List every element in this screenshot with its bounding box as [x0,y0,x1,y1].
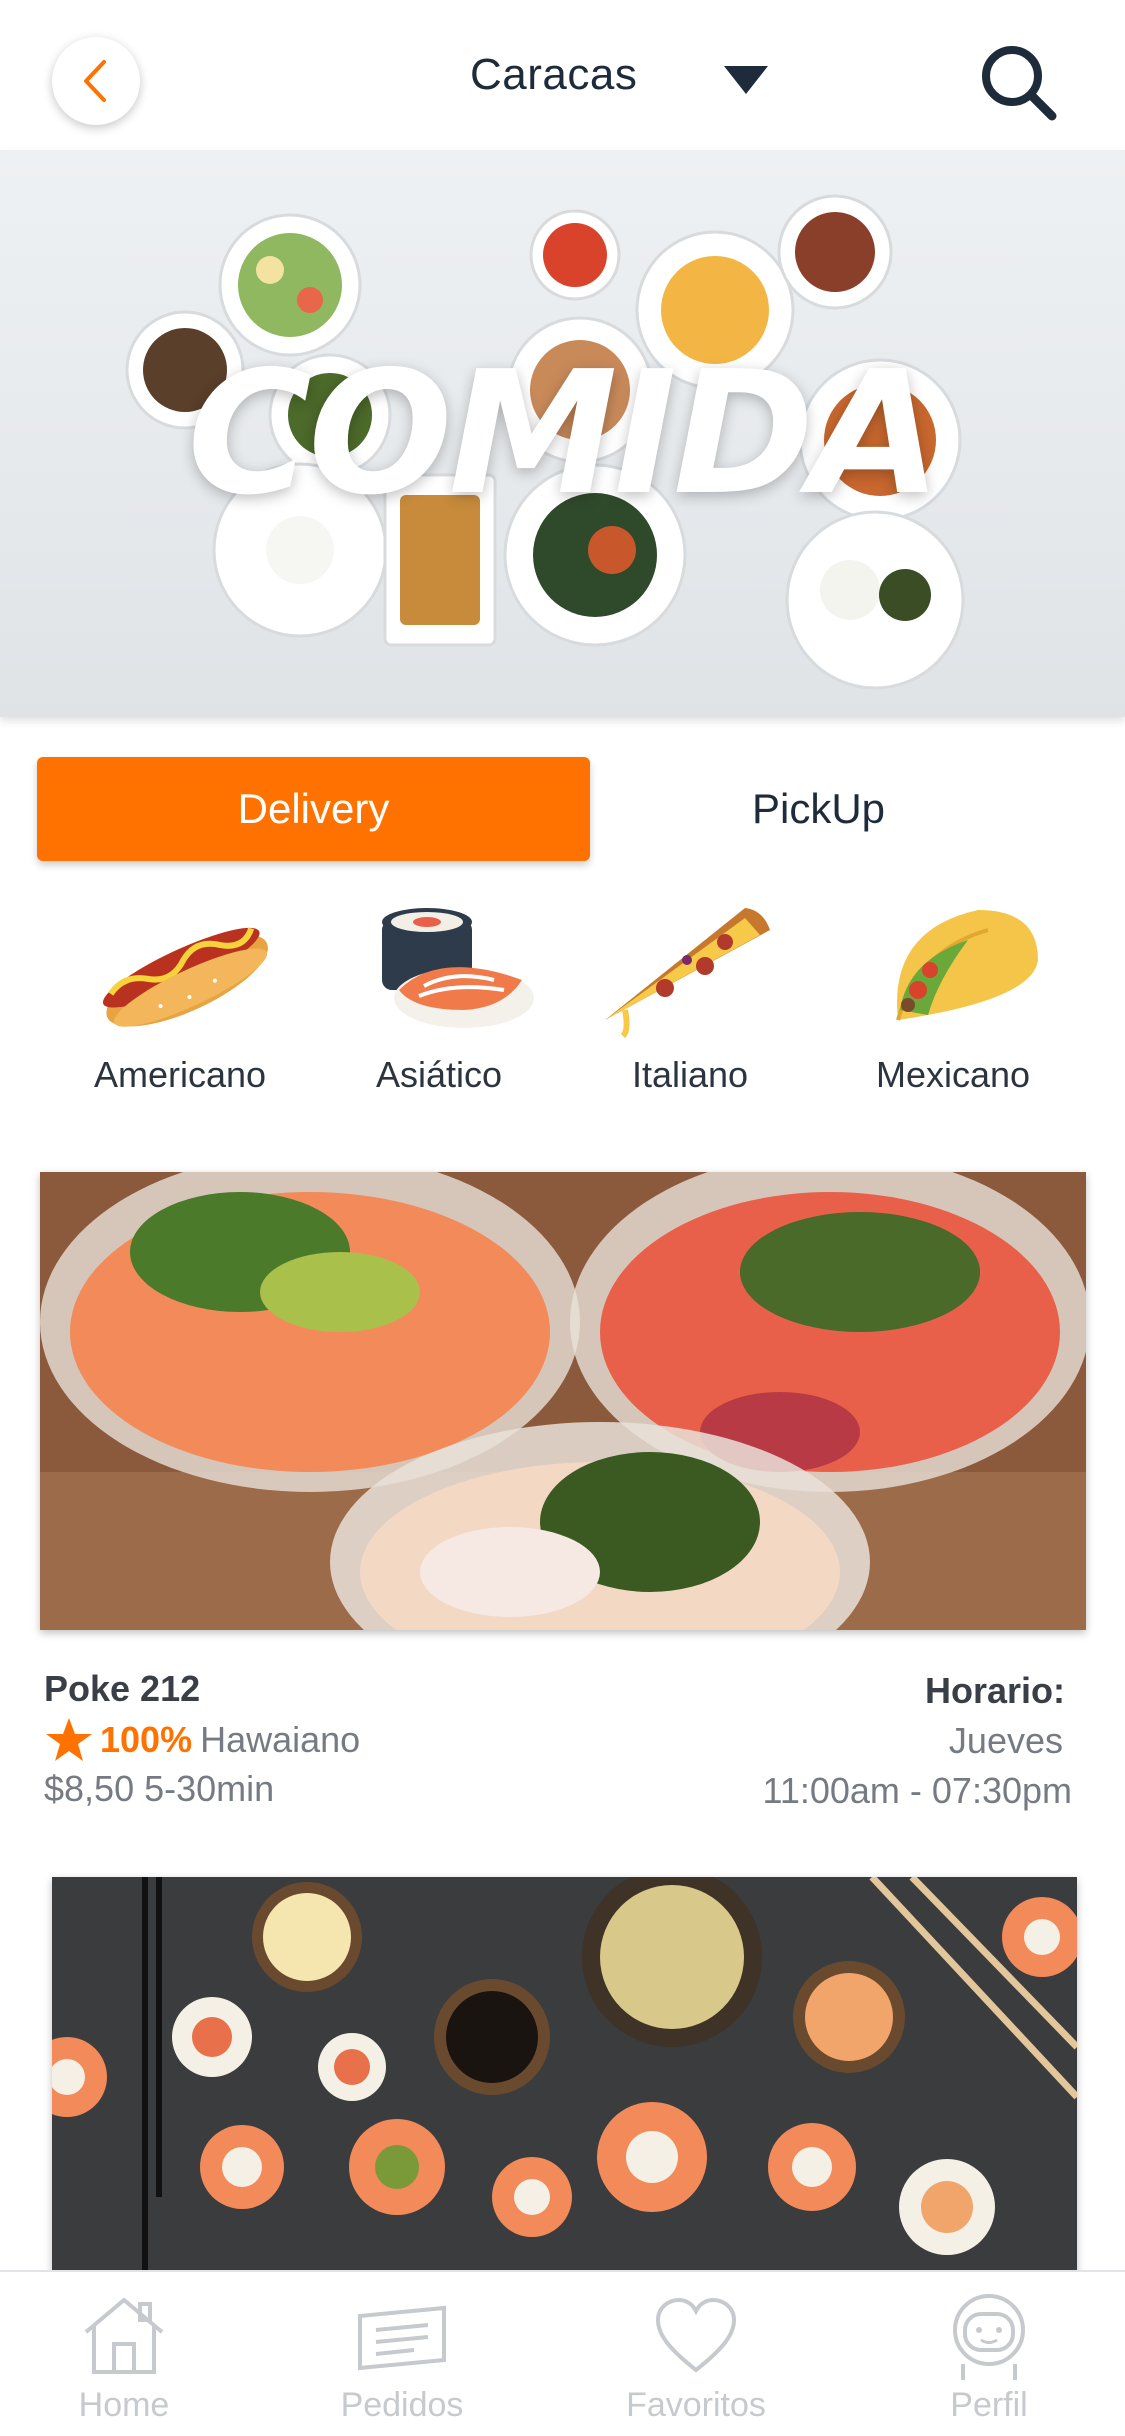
heart-icon [655,2297,737,2373]
hotdog-icon [102,927,268,1027]
category-label: Asiático [375,1054,503,1095]
nav-label: Home [78,2386,170,2424]
restaurant-name[interactable]: Poke 212 [44,1668,200,1710]
category-label: Mexicano [875,1054,1031,1095]
city-selector-label[interactable]: Caracas [470,50,637,100]
category-americano[interactable]: Americano [65,890,295,1120]
poke-bowls-photo [40,1172,1086,1630]
chevron-left-icon [84,60,106,102]
bottom-navigation: Home Pedidos Favoritos Perfil [0,2270,1125,2436]
nav-label: Pedidos [340,2386,464,2424]
ticket-icon [358,2305,446,2371]
hours-time: 11:00am - 07:30pm [762,1770,1072,1811]
category-label: Americano [93,1054,267,1095]
category-asiatico[interactable]: Asiático [324,890,554,1120]
tab-delivery[interactable]: Delivery [37,757,590,861]
category-mexicano[interactable]: Mexicano [838,890,1068,1120]
top-app-bar: Caracas [0,0,1125,150]
search-icon [982,46,1057,121]
hero-banner[interactable]: COMIDA [0,150,1125,717]
astronaut-icon [953,2294,1025,2380]
home-icon [84,2298,164,2374]
sushi-rolls-photo [52,1877,1077,2277]
nav-perfil[interactable]: Perfil [889,2290,1089,2425]
sushi-icon [382,908,534,1028]
nav-favoritos[interactable]: Favoritos [596,2290,796,2425]
pizza-icon [605,908,770,1039]
taco-icon [896,910,1038,1021]
category-italiano[interactable]: Italiano [575,890,805,1120]
banner-title: COMIDA [187,335,941,533]
search-button[interactable] [976,40,1060,124]
star-icon [46,1718,92,1761]
restaurant-image[interactable] [40,1172,1086,1630]
hours-day: Jueves [948,1720,1063,1761]
back-button[interactable] [52,37,140,125]
restaurant-rating: 100% [100,1719,193,1760]
restaurant-rating-row: 100% Hawaiano [44,1716,360,1764]
restaurant-cuisine: Hawaiano [200,1719,361,1760]
nav-home[interactable]: Home [24,2290,224,2425]
nav-pedidos[interactable]: Pedidos [302,2290,502,2425]
tab-pickup[interactable]: PickUp [600,757,1037,861]
restaurant-price-time: $8,50 5-30min [44,1768,275,1809]
category-label: Italiano [631,1054,749,1095]
nav-label: Favoritos [626,2386,766,2424]
hours-label: Horario: [924,1670,1065,1711]
caret-down-icon[interactable] [724,66,768,94]
nav-label: Perfil [950,2386,1028,2424]
restaurant-image[interactable] [52,1877,1077,2277]
